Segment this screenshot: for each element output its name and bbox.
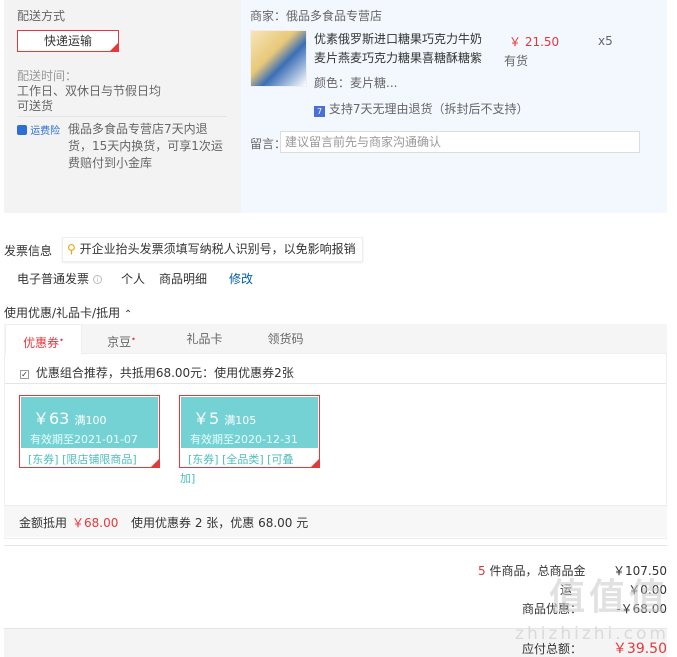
invoice-content: 商品明细 (159, 272, 208, 286)
tab-pickup-code[interactable]: 领货码 (247, 324, 324, 355)
coupon-expiry: 有效期至2021-01-07 (30, 433, 138, 446)
invoice-title: 个人 (121, 272, 146, 286)
tab-coupons[interactable]: 优惠券• (5, 324, 82, 355)
divider (5, 383, 666, 384)
insurance-badge: 运费险 (17, 122, 60, 137)
store-name[interactable]: 商家：俄品多食品专营店 (250, 7, 382, 24)
coupon-tags: [东券] [限店铺限商品] (28, 453, 137, 466)
checkbox-checked-icon[interactable]: ✓ (20, 370, 29, 379)
watermark-logo: 值值值 (548, 577, 669, 618)
tab-jingdou[interactable]: 京豆• (83, 324, 160, 355)
divider (17, 116, 227, 117)
product-quantity: x5 (598, 34, 613, 48)
shield-icon (17, 125, 27, 135)
info-icon[interactable]: i (92, 275, 102, 284)
location-pin-icon: ⚲ (67, 242, 76, 256)
coupon-face: ￥63 满100 有效期至2021-01-07 (21, 397, 158, 448)
invoice-type: 电子普通发票 i (17, 270, 102, 287)
invoice-modify-link[interactable]: 修改 (229, 270, 253, 287)
coupon-amount: ￥5 满105 (193, 409, 257, 428)
tab-gift-card[interactable]: 礼品卡 (166, 324, 243, 355)
delivery-time-value-2: 可送货 (17, 99, 54, 113)
deduct-amount: ￥68.00 (72, 516, 119, 530)
coupon-tags-overflow: 加] (180, 472, 196, 485)
shipping-method-label: 快递运输 (43, 34, 92, 48)
coupon-expiry: 有效期至2020-12-31 (190, 433, 298, 446)
product-title[interactable]: 优素俄罗斯进口糖果巧克力牛奶 麦片燕麦巧克力糖果喜糖酥糖紫 (314, 30, 492, 68)
recommend-row[interactable]: ✓ 优惠组合推荐，共抵用68.00元：使用优惠券2张 (20, 364, 294, 381)
coupon-face: ￥5 满105 有效期至2020-12-31 (181, 397, 318, 448)
note-input[interactable]: 建议留言前先与商家沟通确认 (280, 131, 640, 153)
seven-day-icon: 7 (314, 106, 325, 117)
divider (4, 545, 667, 546)
invoice-tip: ⚲ 开企业抬头发票须填写纳税人识别号，以免影响报销 (62, 237, 363, 262)
coupon-card[interactable]: ￥63 满100 有效期至2021-01-07 [东券] [限店铺限商品] (19, 395, 160, 468)
deduct-summary: 使用优惠券 2 张，优惠 68.00 元 (131, 516, 309, 530)
coupon-card[interactable]: ￥5 满105 有效期至2020-12-31 [东券] [全品类] [可叠 (179, 395, 320, 468)
shipping-method-button[interactable]: 快递运输 (17, 30, 119, 52)
product-stock: 有货 (504, 54, 529, 68)
product-color: 颜色：麦片糖... (314, 76, 398, 90)
chevron-up-icon: ⌃ (123, 309, 133, 320)
selected-corner-icon (109, 42, 119, 52)
product-image[interactable] (250, 30, 307, 87)
selected-corner-icon (150, 458, 160, 468)
return-support: 7 支持7天无理由退货（拆封后不支持） (314, 100, 528, 117)
coupon-tags: [东券] [全品类] [可叠 (188, 453, 294, 466)
coupon-section-toggle[interactable]: 使用优惠/礼品卡/抵用 ⌃ (4, 304, 132, 321)
invoice-section-label: 发票信息 (4, 244, 53, 258)
coupon-amount: ￥63 满100 (33, 409, 107, 428)
return-policy-text: 俄品多食品专营店7天内退 货，15天内换货，可享1次运 费赔付到小金库 (68, 122, 223, 170)
deduct-label: 金额抵用 (19, 516, 68, 530)
shipping-section-label: 配送方式 (17, 9, 66, 23)
selected-corner-icon (310, 458, 320, 468)
product-price: ￥ 21.50 (509, 35, 560, 49)
watermark-url: zhizhizhi.com (515, 624, 669, 644)
